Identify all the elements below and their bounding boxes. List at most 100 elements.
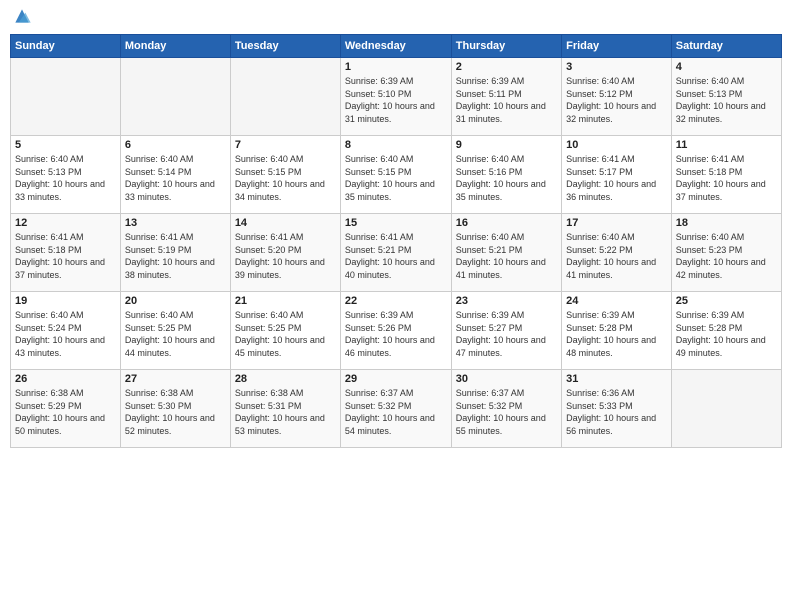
day-number: 13: [125, 217, 226, 229]
daylight-text: Daylight: 10 hours and 41 minutes.: [456, 256, 557, 281]
sunrise-text: Sunrise: 6:40 AM: [676, 231, 777, 244]
header-thursday: Thursday: [451, 35, 561, 58]
day-number: 4: [676, 61, 777, 73]
sunrise-text: Sunrise: 6:39 AM: [345, 309, 447, 322]
daylight-text: Daylight: 10 hours and 42 minutes.: [676, 256, 777, 281]
day-number: 8: [345, 139, 447, 151]
day-info: Sunrise: 6:39 AMSunset: 5:10 PMDaylight:…: [345, 75, 447, 125]
sunset-text: Sunset: 5:18 PM: [15, 244, 116, 257]
day-info: Sunrise: 6:41 AMSunset: 5:20 PMDaylight:…: [235, 231, 336, 281]
day-cell-0-2: [230, 58, 340, 136]
day-cell-4-4: 30Sunrise: 6:37 AMSunset: 5:32 PMDayligh…: [451, 370, 561, 448]
day-info: Sunrise: 6:39 AMSunset: 5:11 PMDaylight:…: [456, 75, 557, 125]
day-info: Sunrise: 6:40 AMSunset: 5:24 PMDaylight:…: [15, 309, 116, 359]
day-number: 3: [566, 61, 667, 73]
sunrise-text: Sunrise: 6:40 AM: [456, 231, 557, 244]
day-number: 9: [456, 139, 557, 151]
daylight-text: Daylight: 10 hours and 54 minutes.: [345, 412, 447, 437]
day-cell-0-5: 3Sunrise: 6:40 AMSunset: 5:12 PMDaylight…: [562, 58, 672, 136]
day-cell-1-4: 9 Sunrise: 6:40 AMSunset: 5:16 PMDaylight…: [451, 136, 561, 214]
day-cell-0-3: 1 Sunrise: 6:39 AMSunset: 5:10 PMDaylight…: [340, 58, 451, 136]
day-cell-3-3: 22Sunrise: 6:39 AMSunset: 5:26 PMDayligh…: [340, 292, 451, 370]
sunrise-text: Sunrise: 6:39 AM: [345, 75, 447, 88]
daylight-text: Daylight: 10 hours and 31 minutes.: [345, 100, 447, 125]
sunrise-text: Sunrise: 6:40 AM: [15, 153, 116, 166]
day-cell-1-3: 8Sunrise: 6:40 AMSunset: 5:15 PMDaylight…: [340, 136, 451, 214]
daylight-text: Daylight: 10 hours and 47 minutes.: [456, 334, 557, 359]
day-info: Sunrise: 6:41 AMSunset: 5:19 PMDaylight:…: [125, 231, 226, 281]
daylight-text: Daylight: 10 hours and 41 minutes.: [566, 256, 667, 281]
day-cell-0-4: 2Sunrise: 6:39 AMSunset: 5:11 PMDaylight…: [451, 58, 561, 136]
daylight-text: Daylight: 10 hours and 33 minutes.: [125, 178, 226, 203]
sunrise-text: Sunrise: 6:40 AM: [566, 75, 667, 88]
day-info: Sunrise: 6:38 AMSunset: 5:31 PMDaylight:…: [235, 387, 336, 437]
sunrise-text: Sunrise: 6:36 AM: [566, 387, 667, 400]
sunset-text: Sunset: 5:19 PM: [125, 244, 226, 257]
day-info: Sunrise: 6:39 AMSunset: 5:28 PMDaylight:…: [676, 309, 777, 359]
day-info: Sunrise: 6:41 AMSunset: 5:18 PMDaylight:…: [15, 231, 116, 281]
day-number: 24: [566, 295, 667, 307]
day-info: Sunrise: 6:40 AMSunset: 5:23 PMDaylight:…: [676, 231, 777, 281]
sunset-text: Sunset: 5:12 PM: [566, 88, 667, 101]
day-cell-1-2: 7Sunrise: 6:40 AMSunset: 5:15 PMDaylight…: [230, 136, 340, 214]
day-number: 20: [125, 295, 226, 307]
day-cell-2-6: 18 Sunrise: 6:40 AMSunset: 5:23 PMDayligh…: [671, 214, 781, 292]
day-number: 31: [566, 373, 667, 385]
logo-icon: [12, 6, 32, 26]
day-cell-3-5: 24Sunrise: 6:39 AMSunset: 5:28 PMDayligh…: [562, 292, 672, 370]
sunrise-text: Sunrise: 6:40 AM: [456, 153, 557, 166]
sunset-text: Sunset: 5:22 PM: [566, 244, 667, 257]
daylight-text: Daylight: 10 hours and 50 minutes.: [15, 412, 116, 437]
day-cell-3-1: 20Sunrise: 6:40 AMSunset: 5:25 PMDayligh…: [120, 292, 230, 370]
week-row-2: 5Sunrise: 6:40 AMSunset: 5:13 PMDaylight…: [11, 136, 782, 214]
sunset-text: Sunset: 5:25 PM: [235, 322, 336, 335]
day-info: Sunrise: 6:40 AMSunset: 5:14 PMDaylight:…: [125, 153, 226, 203]
header-monday: Monday: [120, 35, 230, 58]
sunrise-text: Sunrise: 6:40 AM: [125, 309, 226, 322]
day-info: Sunrise: 6:38 AMSunset: 5:30 PMDaylight:…: [125, 387, 226, 437]
daylight-text: Daylight: 10 hours and 37 minutes.: [676, 178, 777, 203]
sunset-text: Sunset: 5:28 PM: [676, 322, 777, 335]
day-cell-4-3: 29Sunrise: 6:37 AMSunset: 5:32 PMDayligh…: [340, 370, 451, 448]
sunrise-text: Sunrise: 6:40 AM: [125, 153, 226, 166]
day-cell-1-5: 10Sunrise: 6:41 AMSunset: 5:17 PMDayligh…: [562, 136, 672, 214]
daylight-text: Daylight: 10 hours and 55 minutes.: [456, 412, 557, 437]
daylight-text: Daylight: 10 hours and 45 minutes.: [235, 334, 336, 359]
sunrise-text: Sunrise: 6:40 AM: [676, 75, 777, 88]
day-cell-2-2: 14Sunrise: 6:41 AMSunset: 5:20 PMDayligh…: [230, 214, 340, 292]
page-header: [10, 10, 782, 26]
daylight-text: Daylight: 10 hours and 48 minutes.: [566, 334, 667, 359]
sunset-text: Sunset: 5:16 PM: [456, 166, 557, 179]
day-cell-0-0: [11, 58, 121, 136]
sunset-text: Sunset: 5:15 PM: [345, 166, 447, 179]
week-row-4: 19Sunrise: 6:40 AMSunset: 5:24 PMDayligh…: [11, 292, 782, 370]
sunrise-text: Sunrise: 6:40 AM: [15, 309, 116, 322]
day-number: 25: [676, 295, 777, 307]
day-info: Sunrise: 6:38 AMSunset: 5:29 PMDaylight:…: [15, 387, 116, 437]
day-cell-1-0: 5Sunrise: 6:40 AMSunset: 5:13 PMDaylight…: [11, 136, 121, 214]
logo: [10, 10, 32, 26]
sunset-text: Sunset: 5:18 PM: [676, 166, 777, 179]
sunset-text: Sunset: 5:24 PM: [15, 322, 116, 335]
week-row-1: 1 Sunrise: 6:39 AMSunset: 5:10 PMDaylight…: [11, 58, 782, 136]
week-row-3: 12Sunrise: 6:41 AMSunset: 5:18 PMDayligh…: [11, 214, 782, 292]
daylight-text: Daylight: 10 hours and 38 minutes.: [125, 256, 226, 281]
sunrise-text: Sunrise: 6:38 AM: [235, 387, 336, 400]
sunrise-text: Sunrise: 6:40 AM: [345, 153, 447, 166]
day-number: 1: [345, 61, 447, 73]
sunrise-text: Sunrise: 6:38 AM: [125, 387, 226, 400]
sunrise-text: Sunrise: 6:41 AM: [676, 153, 777, 166]
header-wednesday: Wednesday: [340, 35, 451, 58]
daylight-text: Daylight: 10 hours and 37 minutes.: [15, 256, 116, 281]
daylight-text: Daylight: 10 hours and 49 minutes.: [676, 334, 777, 359]
day-info: Sunrise: 6:40 AMSunset: 5:16 PMDaylight:…: [456, 153, 557, 203]
sunset-text: Sunset: 5:31 PM: [235, 400, 336, 413]
header-saturday: Saturday: [671, 35, 781, 58]
day-number: 19: [15, 295, 116, 307]
sunset-text: Sunset: 5:21 PM: [345, 244, 447, 257]
sunrise-text: Sunrise: 6:41 AM: [566, 153, 667, 166]
day-cell-2-0: 12Sunrise: 6:41 AMSunset: 5:18 PMDayligh…: [11, 214, 121, 292]
day-number: 18: [676, 217, 777, 229]
sunset-text: Sunset: 5:15 PM: [235, 166, 336, 179]
sunrise-text: Sunrise: 6:40 AM: [235, 309, 336, 322]
